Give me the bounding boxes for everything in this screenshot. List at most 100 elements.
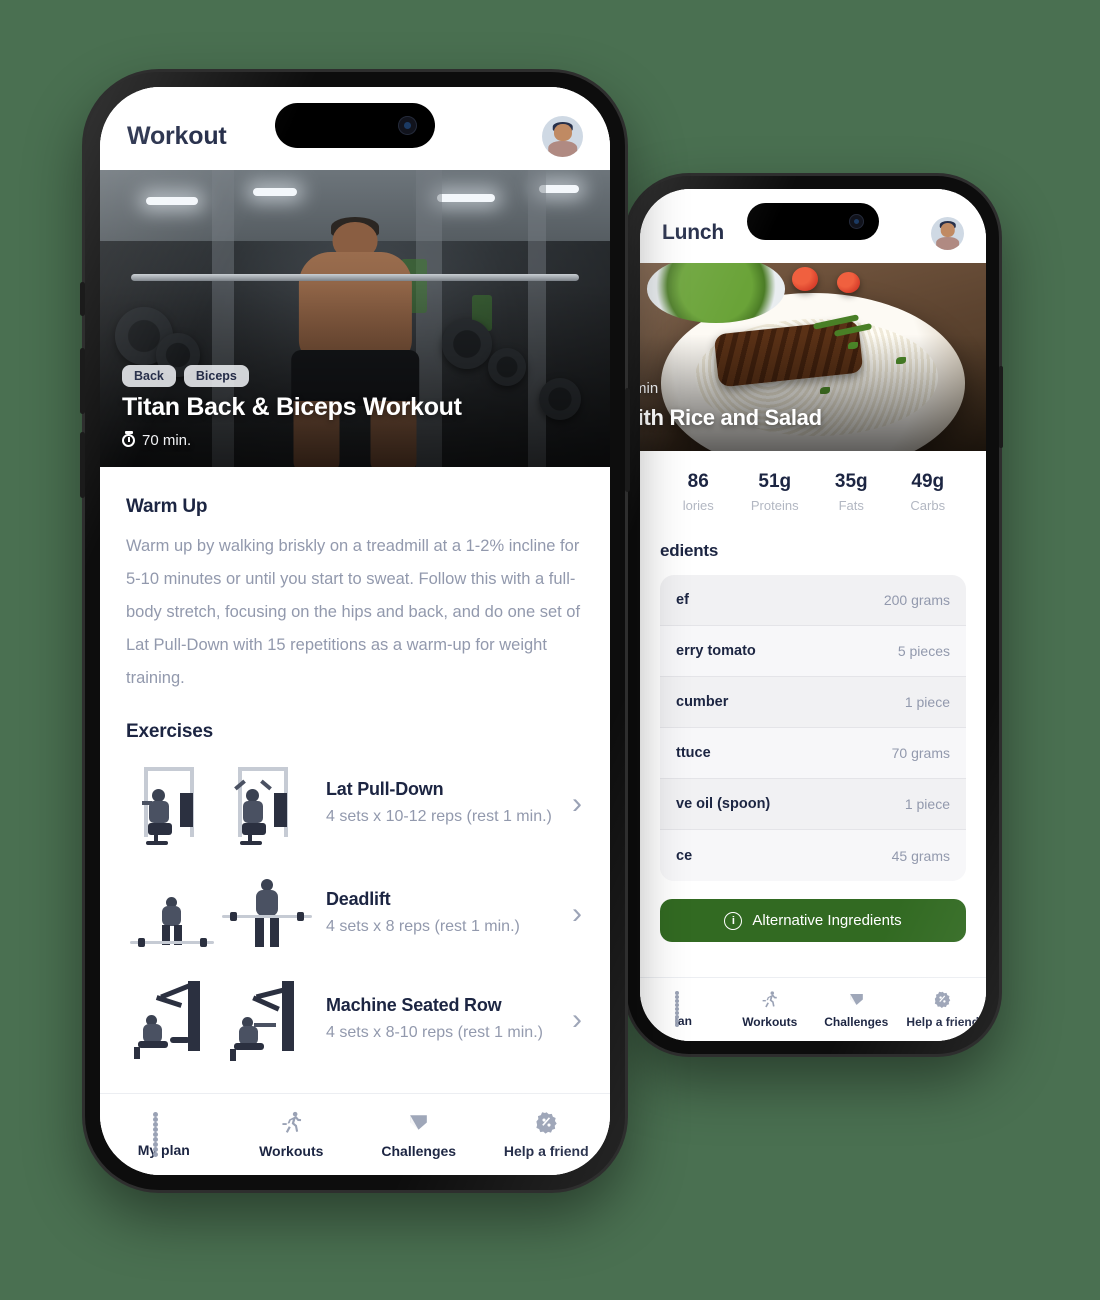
grid-dots-icon <box>674 991 692 1027</box>
deadlift-barbell-icon <box>126 875 314 953</box>
tab-help-a-friend[interactable]: Help a friend <box>900 978 987 1041</box>
dynamic-island <box>275 103 435 148</box>
exercise-info: Deadlift 4 sets x 8 reps (rest 1 min.) <box>326 889 554 940</box>
exercise-name: Deadlift <box>326 888 391 909</box>
hero-tags: Back Biceps <box>122 364 249 387</box>
tab-challenges[interactable]: Challenges <box>813 978 900 1041</box>
ingredient-name: ce <box>676 847 693 864</box>
workout-screen: Workout Back Biceps Titan Back & Biceps … <box>100 87 610 1175</box>
macro-carbs: 49g Carbs <box>890 471 967 513</box>
page-title: Lunch <box>662 221 724 244</box>
meal-duration: min <box>640 380 659 397</box>
exercise-detail: 4 sets x 10-12 reps (rest 1 min.) <box>326 807 552 825</box>
macro-label: Proteins <box>750 498 799 513</box>
alternative-ingredients-label: Alternative Ingredients <box>752 912 902 929</box>
badge-percent-icon <box>534 1110 559 1135</box>
lunch-hero-image: min f with Rice and Salad <box>640 263 986 451</box>
macro-label: lories <box>682 498 714 513</box>
exercise-detail: 4 sets x 8-10 reps (rest 1 min.) <box>326 1023 543 1041</box>
macros-row: 86 lories 51g Proteins 35g Fats 49g Carb… <box>660 471 966 513</box>
page-title: Workout <box>127 122 227 150</box>
ingredient-qty: 5 pieces <box>897 643 950 659</box>
warm-up-body: Warm up by walking briskly on a treadmil… <box>126 537 581 687</box>
phone-device-workout: Workout Back Biceps Titan Back & Biceps … <box>80 72 630 1190</box>
tag-chip: Back <box>122 364 176 387</box>
macro-value: 86 <box>687 471 709 492</box>
macro-value: 49g <box>911 471 945 492</box>
macro-fats: 35g Fats <box>813 471 890 513</box>
volume-down-button[interactable] <box>80 432 85 498</box>
workout-duration-label: 70 min. <box>142 432 192 449</box>
info-circle-icon: i <box>724 911 743 930</box>
ingredient-qty: 70 grams <box>891 745 950 761</box>
workout-title: Titan Back & Biceps Workout <box>122 393 462 421</box>
phone-screen-workout: Workout Back Biceps Titan Back & Biceps … <box>100 87 610 1175</box>
phone-device-lunch: Lunch min ith Rice and Salad 86 lories 5… <box>623 176 1003 1054</box>
ingredient-row[interactable]: ef 200 grams <box>660 575 966 626</box>
ingredient-row[interactable]: ttuce 70 grams <box>660 728 966 779</box>
ingredient-row[interactable]: erry tomato 5 pieces <box>660 626 966 677</box>
ingredient-qty: 1 piece <box>904 694 950 710</box>
exercise-row[interactable]: Deadlift 4 sets x 8 reps (rest 1 min.) › <box>126 875 584 953</box>
tab-help-a-friend[interactable]: Help a friend <box>483 1094 611 1175</box>
avatar[interactable] <box>931 216 964 250</box>
tab-my-plan[interactable]: My plan <box>100 1094 228 1175</box>
ingredient-row[interactable]: ce 45 grams <box>660 830 966 881</box>
chevron-right-icon[interactable]: › <box>566 899 584 929</box>
lunch-tab-bar: lan Workouts Challenges Help a friend <box>640 977 986 1041</box>
tab-label: Help a friend <box>503 1143 589 1159</box>
tab-challenges[interactable]: Challenges <box>355 1094 483 1175</box>
lat-pulldown-machine-icon <box>126 763 314 845</box>
ingredient-name: ttuce <box>676 745 711 761</box>
workout-tab-bar: My plan Workouts Challenges Help a frien… <box>100 1093 610 1175</box>
workout-hero-image: Back Biceps Titan Back & Biceps Workout … <box>100 170 610 467</box>
macro-calories: 86 lories <box>660 471 737 513</box>
ingredient-row[interactable]: ve oil (spoon) 1 piece <box>660 779 966 830</box>
exercise-row[interactable]: Lat Pull-Down 4 sets x 10-12 reps (rest … <box>126 763 584 845</box>
macro-proteins: 51g Proteins <box>737 471 814 513</box>
ingredient-qty: 200 grams <box>883 592 950 608</box>
exercise-row[interactable]: Machine Seated Row 4 sets x 8-10 reps (r… <box>126 979 584 1061</box>
lunch-status-bar: Lunch <box>640 189 986 263</box>
flag-icon <box>406 1110 431 1135</box>
workout-status-bar: Workout <box>100 87 610 170</box>
ingredients-list: ef 200 grams erry tomato 5 pieces cumber… <box>660 575 966 881</box>
flag-icon <box>847 990 866 1009</box>
tab-workouts[interactable]: Workouts <box>727 978 814 1041</box>
tab-my-plan[interactable]: lan <box>640 978 727 1041</box>
tag-chip: Biceps <box>183 364 249 387</box>
tab-label: Workouts <box>259 1143 324 1159</box>
volume-up-button[interactable] <box>80 348 85 414</box>
front-camera-icon <box>849 214 864 229</box>
exercise-info: Lat Pull-Down 4 sets x 10-12 reps (rest … <box>326 779 554 830</box>
scene: Lunch min ith Rice and Salad 86 lories 5… <box>0 0 1100 1300</box>
exercise-name: Machine Seated Row <box>326 994 502 1015</box>
ingredient-name: cumber <box>676 694 729 710</box>
phone-screen-lunch: Lunch min ith Rice and Salad 86 lories 5… <box>640 189 986 1041</box>
workout-duration: 70 min. <box>122 432 191 449</box>
chevron-right-icon[interactable]: › <box>566 789 584 819</box>
ingredient-name: ve oil (spoon) <box>676 796 771 812</box>
avatar[interactable] <box>542 116 583 157</box>
ingredient-row[interactable]: cumber 1 piece <box>660 677 966 728</box>
alternative-ingredients-button[interactable]: i Alternative Ingredients <box>660 899 966 942</box>
tab-label: Workouts <box>742 1015 798 1029</box>
macro-label: Carbs <box>910 498 946 513</box>
chevron-right-icon[interactable]: › <box>566 1005 584 1035</box>
workout-content: Warm Up Warm up by walking briskly on a … <box>100 467 610 1093</box>
tab-label: Challenges <box>824 1015 889 1029</box>
badge-percent-icon <box>933 990 952 1009</box>
ingredient-name: ef <box>676 592 689 608</box>
running-person-icon <box>279 1110 304 1135</box>
power-button[interactable] <box>999 366 1003 448</box>
running-person-icon <box>760 990 779 1009</box>
dynamic-island <box>747 203 879 240</box>
lunch-screen: Lunch min ith Rice and Salad 86 lories 5… <box>640 189 986 1041</box>
tab-label: Help a friend <box>906 1015 980 1029</box>
ingredient-qty: 45 grams <box>891 847 950 864</box>
tab-workouts[interactable]: Workouts <box>228 1094 356 1175</box>
silent-switch[interactable] <box>80 282 85 316</box>
macro-value: 35g <box>834 471 868 492</box>
grid-dots-icon <box>152 1111 175 1157</box>
power-button[interactable] <box>625 388 630 492</box>
